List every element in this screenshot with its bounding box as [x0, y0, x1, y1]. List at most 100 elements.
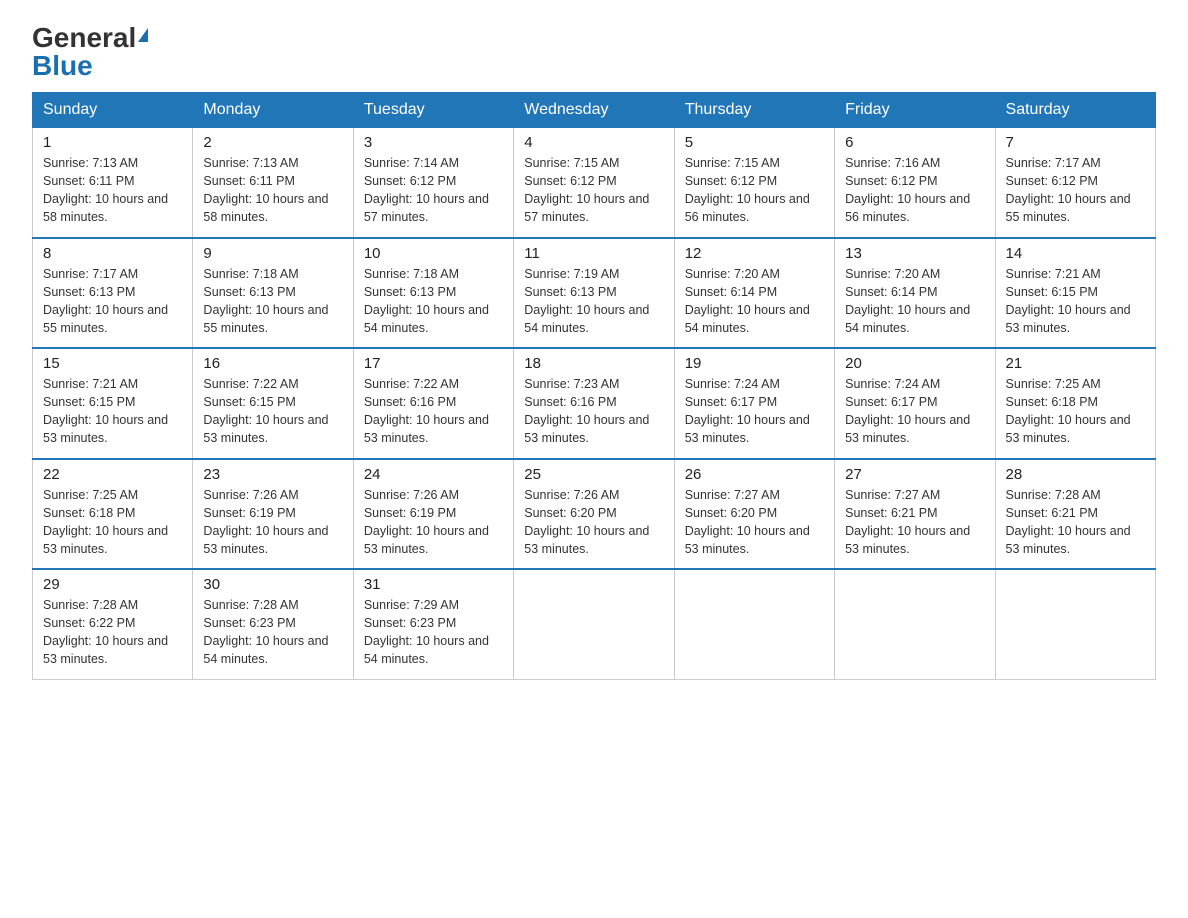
day-number: 21 [1006, 355, 1145, 372]
calendar-cell [835, 569, 995, 679]
day-number: 26 [685, 466, 824, 483]
day-number: 19 [685, 355, 824, 372]
day-info: Sunrise: 7:20 AMSunset: 6:14 PMDaylight:… [845, 267, 970, 335]
calendar-cell: 23 Sunrise: 7:26 AMSunset: 6:19 PMDaylig… [193, 459, 353, 570]
calendar-cell: 13 Sunrise: 7:20 AMSunset: 6:14 PMDaylig… [835, 238, 995, 349]
calendar-cell: 14 Sunrise: 7:21 AMSunset: 6:15 PMDaylig… [995, 238, 1155, 349]
calendar-cell: 22 Sunrise: 7:25 AMSunset: 6:18 PMDaylig… [33, 459, 193, 570]
day-number: 23 [203, 466, 342, 483]
calendar-cell: 17 Sunrise: 7:22 AMSunset: 6:16 PMDaylig… [353, 348, 513, 459]
day-number: 25 [524, 466, 663, 483]
weekday-header-saturday: Saturday [995, 93, 1155, 128]
day-info: Sunrise: 7:18 AMSunset: 6:13 PMDaylight:… [203, 267, 328, 335]
calendar-cell: 31 Sunrise: 7:29 AMSunset: 6:23 PMDaylig… [353, 569, 513, 679]
day-number: 11 [524, 245, 663, 262]
calendar-cell [514, 569, 674, 679]
day-number: 8 [43, 245, 182, 262]
day-number: 29 [43, 576, 182, 593]
calendar-cell: 7 Sunrise: 7:17 AMSunset: 6:12 PMDayligh… [995, 128, 1155, 238]
day-number: 10 [364, 245, 503, 262]
calendar-cell [674, 569, 834, 679]
day-info: Sunrise: 7:26 AMSunset: 6:20 PMDaylight:… [524, 488, 649, 556]
day-number: 9 [203, 245, 342, 262]
day-number: 1 [43, 134, 182, 151]
day-number: 12 [685, 245, 824, 262]
calendar-cell: 25 Sunrise: 7:26 AMSunset: 6:20 PMDaylig… [514, 459, 674, 570]
day-number: 6 [845, 134, 984, 151]
calendar-cell: 24 Sunrise: 7:26 AMSunset: 6:19 PMDaylig… [353, 459, 513, 570]
day-info: Sunrise: 7:26 AMSunset: 6:19 PMDaylight:… [203, 488, 328, 556]
day-info: Sunrise: 7:17 AMSunset: 6:12 PMDaylight:… [1006, 156, 1131, 224]
logo-triangle-icon [138, 28, 148, 42]
calendar-cell: 1 Sunrise: 7:13 AMSunset: 6:11 PMDayligh… [33, 128, 193, 238]
day-info: Sunrise: 7:22 AMSunset: 6:16 PMDaylight:… [364, 377, 489, 445]
week-row-5: 29 Sunrise: 7:28 AMSunset: 6:22 PMDaylig… [33, 569, 1156, 679]
weekday-header-monday: Monday [193, 93, 353, 128]
day-info: Sunrise: 7:20 AMSunset: 6:14 PMDaylight:… [685, 267, 810, 335]
day-info: Sunrise: 7:28 AMSunset: 6:22 PMDaylight:… [43, 598, 168, 666]
calendar-cell: 9 Sunrise: 7:18 AMSunset: 6:13 PMDayligh… [193, 238, 353, 349]
day-info: Sunrise: 7:22 AMSunset: 6:15 PMDaylight:… [203, 377, 328, 445]
weekday-header-sunday: Sunday [33, 93, 193, 128]
calendar-cell: 26 Sunrise: 7:27 AMSunset: 6:20 PMDaylig… [674, 459, 834, 570]
calendar-cell: 27 Sunrise: 7:27 AMSunset: 6:21 PMDaylig… [835, 459, 995, 570]
calendar-cell: 5 Sunrise: 7:15 AMSunset: 6:12 PMDayligh… [674, 128, 834, 238]
weekday-header-row: SundayMondayTuesdayWednesdayThursdayFrid… [33, 93, 1156, 128]
week-row-2: 8 Sunrise: 7:17 AMSunset: 6:13 PMDayligh… [33, 238, 1156, 349]
day-number: 13 [845, 245, 984, 262]
day-number: 4 [524, 134, 663, 151]
day-number: 31 [364, 576, 503, 593]
day-number: 3 [364, 134, 503, 151]
day-info: Sunrise: 7:24 AMSunset: 6:17 PMDaylight:… [845, 377, 970, 445]
day-info: Sunrise: 7:15 AMSunset: 6:12 PMDaylight:… [524, 156, 649, 224]
day-info: Sunrise: 7:13 AMSunset: 6:11 PMDaylight:… [203, 156, 328, 224]
calendar-cell: 20 Sunrise: 7:24 AMSunset: 6:17 PMDaylig… [835, 348, 995, 459]
calendar-cell: 10 Sunrise: 7:18 AMSunset: 6:13 PMDaylig… [353, 238, 513, 349]
day-number: 27 [845, 466, 984, 483]
day-info: Sunrise: 7:29 AMSunset: 6:23 PMDaylight:… [364, 598, 489, 666]
calendar-cell: 16 Sunrise: 7:22 AMSunset: 6:15 PMDaylig… [193, 348, 353, 459]
calendar-cell: 15 Sunrise: 7:21 AMSunset: 6:15 PMDaylig… [33, 348, 193, 459]
day-info: Sunrise: 7:24 AMSunset: 6:17 PMDaylight:… [685, 377, 810, 445]
calendar-cell: 6 Sunrise: 7:16 AMSunset: 6:12 PMDayligh… [835, 128, 995, 238]
day-number: 24 [364, 466, 503, 483]
week-row-1: 1 Sunrise: 7:13 AMSunset: 6:11 PMDayligh… [33, 128, 1156, 238]
header: General Blue [32, 24, 1156, 80]
calendar-cell: 4 Sunrise: 7:15 AMSunset: 6:12 PMDayligh… [514, 128, 674, 238]
day-info: Sunrise: 7:19 AMSunset: 6:13 PMDaylight:… [524, 267, 649, 335]
day-info: Sunrise: 7:16 AMSunset: 6:12 PMDaylight:… [845, 156, 970, 224]
weekday-header-friday: Friday [835, 93, 995, 128]
weekday-header-wednesday: Wednesday [514, 93, 674, 128]
logo-blue-text: Blue [32, 52, 93, 80]
calendar-table: SundayMondayTuesdayWednesdayThursdayFrid… [32, 92, 1156, 680]
day-number: 22 [43, 466, 182, 483]
week-row-4: 22 Sunrise: 7:25 AMSunset: 6:18 PMDaylig… [33, 459, 1156, 570]
calendar-cell: 2 Sunrise: 7:13 AMSunset: 6:11 PMDayligh… [193, 128, 353, 238]
logo-general-text: General [32, 24, 136, 52]
calendar-cell: 11 Sunrise: 7:19 AMSunset: 6:13 PMDaylig… [514, 238, 674, 349]
day-info: Sunrise: 7:28 AMSunset: 6:21 PMDaylight:… [1006, 488, 1131, 556]
day-number: 14 [1006, 245, 1145, 262]
day-info: Sunrise: 7:25 AMSunset: 6:18 PMDaylight:… [1006, 377, 1131, 445]
day-number: 2 [203, 134, 342, 151]
day-number: 17 [364, 355, 503, 372]
calendar-cell: 29 Sunrise: 7:28 AMSunset: 6:22 PMDaylig… [33, 569, 193, 679]
calendar-cell: 3 Sunrise: 7:14 AMSunset: 6:12 PMDayligh… [353, 128, 513, 238]
weekday-header-tuesday: Tuesday [353, 93, 513, 128]
day-info: Sunrise: 7:26 AMSunset: 6:19 PMDaylight:… [364, 488, 489, 556]
day-info: Sunrise: 7:14 AMSunset: 6:12 PMDaylight:… [364, 156, 489, 224]
calendar-cell: 30 Sunrise: 7:28 AMSunset: 6:23 PMDaylig… [193, 569, 353, 679]
day-info: Sunrise: 7:21 AMSunset: 6:15 PMDaylight:… [43, 377, 168, 445]
day-info: Sunrise: 7:27 AMSunset: 6:20 PMDaylight:… [685, 488, 810, 556]
day-info: Sunrise: 7:21 AMSunset: 6:15 PMDaylight:… [1006, 267, 1131, 335]
week-row-3: 15 Sunrise: 7:21 AMSunset: 6:15 PMDaylig… [33, 348, 1156, 459]
day-info: Sunrise: 7:23 AMSunset: 6:16 PMDaylight:… [524, 377, 649, 445]
logo: General Blue [32, 24, 148, 80]
day-info: Sunrise: 7:28 AMSunset: 6:23 PMDaylight:… [203, 598, 328, 666]
day-number: 5 [685, 134, 824, 151]
calendar-cell: 21 Sunrise: 7:25 AMSunset: 6:18 PMDaylig… [995, 348, 1155, 459]
day-number: 20 [845, 355, 984, 372]
day-info: Sunrise: 7:18 AMSunset: 6:13 PMDaylight:… [364, 267, 489, 335]
weekday-header-thursday: Thursday [674, 93, 834, 128]
calendar-cell [995, 569, 1155, 679]
